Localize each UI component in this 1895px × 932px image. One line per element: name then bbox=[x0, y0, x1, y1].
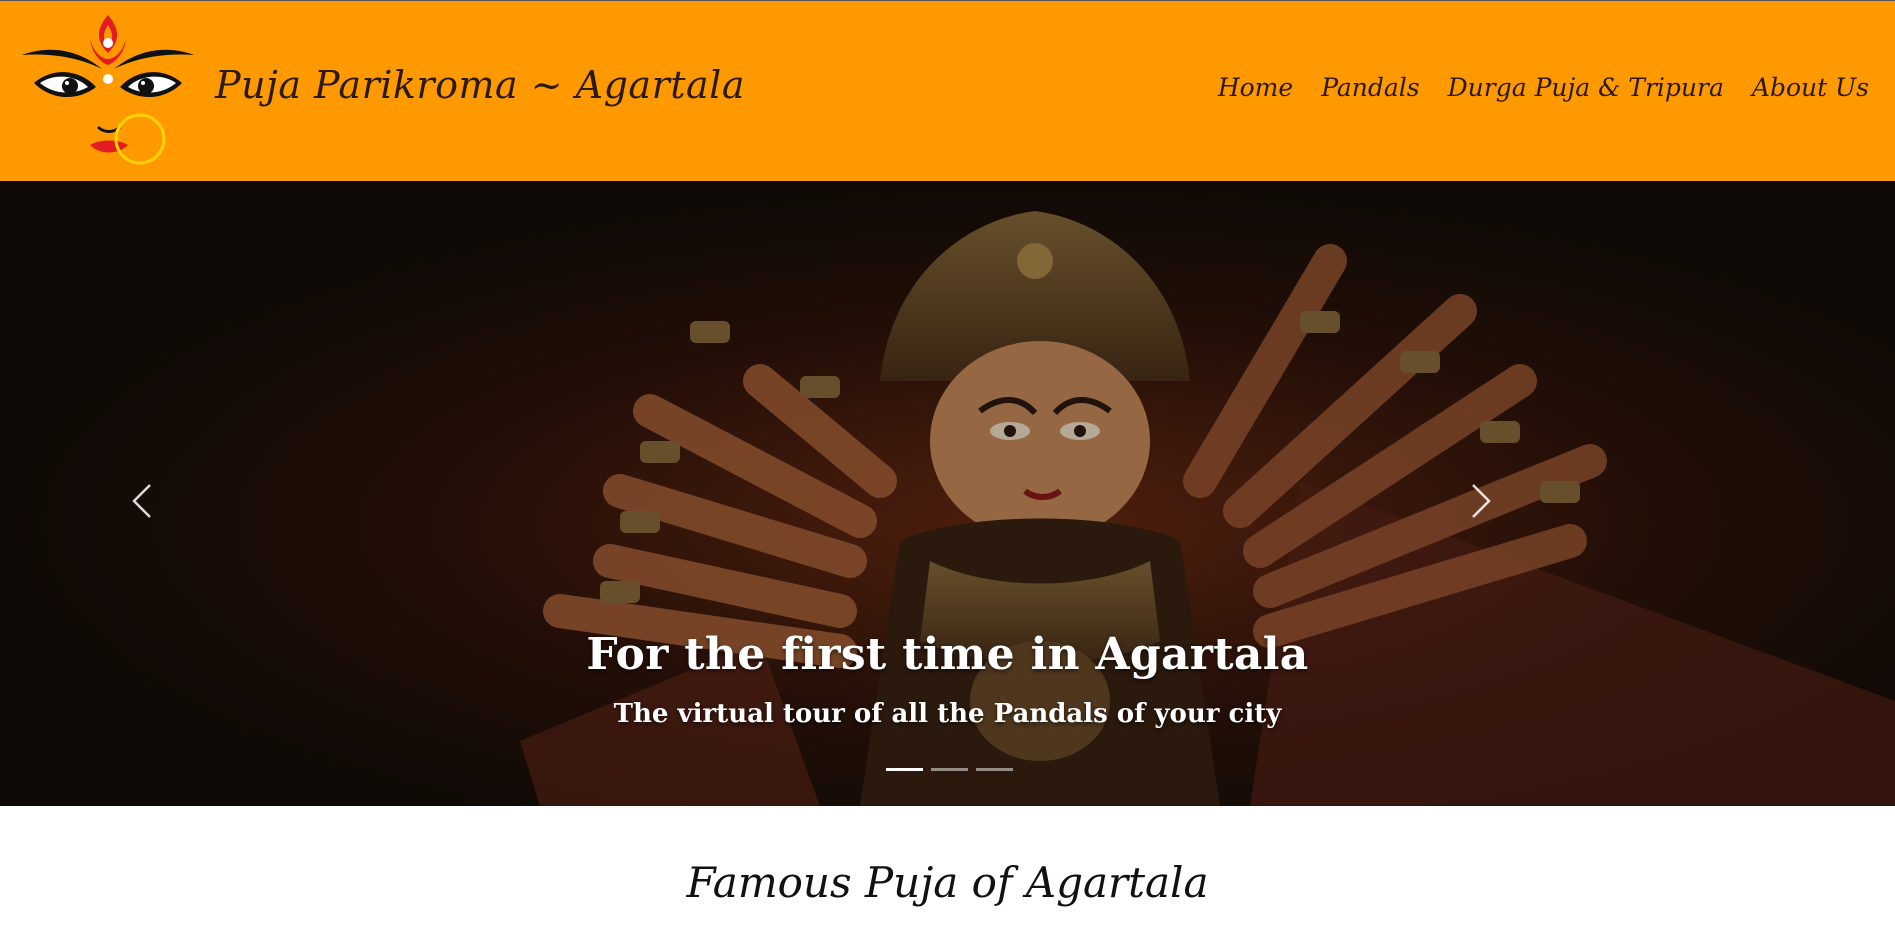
nav-durga-puja-tripura[interactable]: Durga Puja & Tripura bbox=[1448, 73, 1724, 102]
site-header: Puja Parikroma ~ Agartala Home Pandals D… bbox=[0, 0, 1895, 181]
carousel-prev-button[interactable] bbox=[112, 461, 172, 541]
carousel-indicator-2[interactable] bbox=[931, 768, 968, 771]
durga-face-logo[interactable] bbox=[18, 9, 198, 169]
carousel-indicators bbox=[886, 768, 1013, 771]
hero-carousel: For the first time in Agartala The virtu… bbox=[0, 181, 1895, 806]
carousel-caption-title: For the first time in Agartala bbox=[586, 629, 1309, 680]
carousel-caption-subtitle: The virtual tour of all the Pandals of y… bbox=[613, 699, 1282, 729]
main-nav: Home Pandals Durga Puja & Tripura About … bbox=[1218, 73, 1869, 102]
chevron-left-icon bbox=[132, 484, 151, 518]
nav-home[interactable]: Home bbox=[1218, 73, 1293, 102]
nav-about-us[interactable]: About Us bbox=[1752, 73, 1869, 102]
carousel-indicator-3[interactable] bbox=[976, 768, 1013, 771]
site-title[interactable]: Puja Parikroma ~ Agartala bbox=[215, 63, 745, 107]
chevron-right-icon bbox=[1472, 484, 1491, 518]
carousel-indicator-1[interactable] bbox=[886, 768, 923, 771]
carousel-next-button[interactable] bbox=[1451, 461, 1511, 541]
nav-pandals[interactable]: Pandals bbox=[1321, 73, 1419, 102]
section-title: Famous Puja of Agartala bbox=[686, 858, 1209, 907]
